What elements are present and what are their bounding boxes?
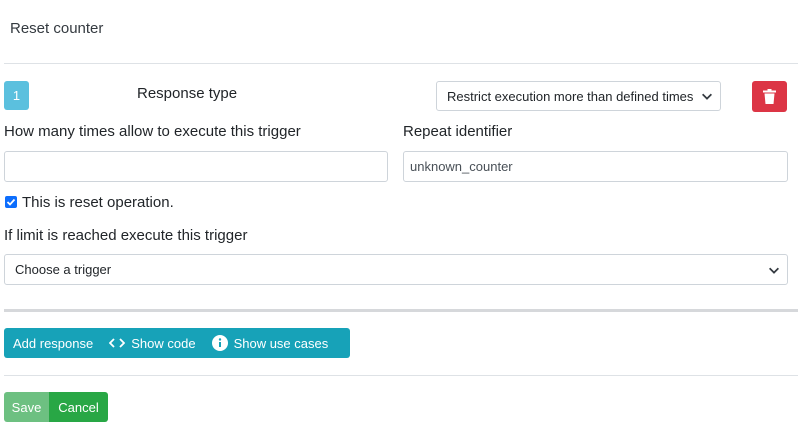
trash-icon xyxy=(763,89,776,104)
add-response-button[interactable]: Add response xyxy=(4,328,101,358)
times-input[interactable] xyxy=(4,151,388,182)
repeat-identifier-label: Repeat identifier xyxy=(403,123,513,140)
times-label: How many times allow to execute this tri… xyxy=(4,123,301,140)
show-use-cases-label: Show use cases xyxy=(233,335,329,351)
show-code-label: Show code xyxy=(131,335,196,351)
response-type-select-value: Restrict execution more than defined tim… xyxy=(447,88,694,104)
reset-operation-checkbox[interactable] xyxy=(5,196,17,208)
info-circle-icon xyxy=(211,335,228,351)
code-brackets-icon xyxy=(109,338,126,348)
response-type-select[interactable]: Restrict execution more than defined tim… xyxy=(436,81,721,111)
repeat-identifier-input[interactable]: unknown_counter xyxy=(403,151,788,182)
limit-trigger-label: If limit is reached execute this trigger xyxy=(4,227,248,244)
response-type-label: Response type xyxy=(137,85,238,102)
save-button[interactable]: Save xyxy=(4,392,49,422)
show-code-button[interactable]: Show code xyxy=(101,328,203,358)
reset-operation-label: This is reset operation. xyxy=(22,194,174,211)
footer-divider xyxy=(4,375,798,376)
cancel-button[interactable]: Cancel xyxy=(49,392,108,422)
response-divider xyxy=(4,309,798,312)
limit-trigger-select[interactable]: Choose a trigger xyxy=(4,254,788,285)
response-index-badge: 1 xyxy=(4,81,29,110)
limit-trigger-select-value: Choose a trigger xyxy=(15,262,112,277)
add-response-label: Add response xyxy=(13,335,94,351)
delete-response-button[interactable] xyxy=(752,81,787,112)
page-title: Reset counter xyxy=(10,20,104,37)
chevron-down-icon xyxy=(702,93,712,100)
header-divider xyxy=(4,63,798,64)
show-use-cases-button[interactable]: Show use cases xyxy=(204,328,337,358)
response-actions-group: Add response Show code Show use cases xyxy=(4,328,350,358)
chevron-down-icon xyxy=(769,267,779,274)
check-icon xyxy=(6,198,16,206)
